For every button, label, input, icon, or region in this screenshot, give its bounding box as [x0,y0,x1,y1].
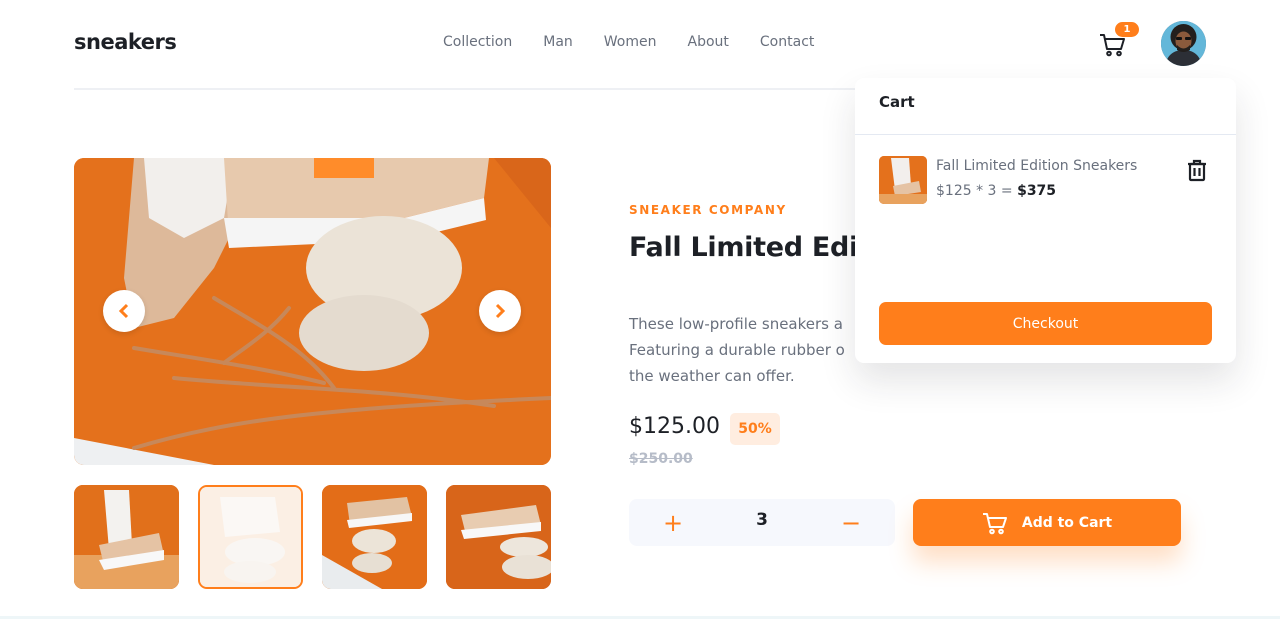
thumbnail-strip [74,485,551,589]
nav-about[interactable]: About [688,34,729,50]
add-to-cart-button[interactable]: Add to Cart [913,499,1181,546]
nav-women[interactable]: Women [604,34,657,50]
brand-logo[interactable]: sneakers [74,30,177,54]
quantity-stepper: + 3 − [629,499,895,546]
cart-item-total: $375 [1017,183,1057,199]
thumbnail-1[interactable] [74,485,179,589]
avatar[interactable] [1161,21,1206,66]
cart-item: Fall Limited Edition Sneakers $125 * 3 =… [879,156,1212,204]
main-nav: Collection Man Women About Contact [443,34,845,50]
add-to-cart-label: Add to Cart [1021,514,1113,531]
description-line-3: the weather can offer. [629,367,795,385]
site-header: sneakers Collection Man Women About Cont… [74,0,1206,90]
cart-item-name: Fall Limited Edition Sneakers [936,158,1138,174]
thumbnail-4[interactable] [446,485,551,589]
cart-count-badge: 1 [1115,22,1139,37]
next-image-button[interactable] [479,290,521,332]
quantity-value: 3 [756,510,768,530]
nav-collection[interactable]: Collection [443,34,512,50]
nav-man[interactable]: Man [543,34,573,50]
discount-badge: 50% [730,413,780,445]
thumbnail-3[interactable] [322,485,427,589]
minus-icon[interactable]: − [827,499,875,546]
company-name: SNEAKER COMPANY [629,203,787,217]
cart-item-thumbnail [879,156,927,204]
cart-item-formula: $125 * 3 = [936,183,1018,199]
previous-image-button[interactable] [103,290,145,332]
original-price: $250.00 [629,451,693,467]
main-product-image[interactable] [74,158,551,465]
plus-icon[interactable]: + [649,499,697,546]
current-price: $125.00 [629,414,720,439]
nav-contact[interactable]: Contact [760,34,814,50]
checkout-button[interactable]: Checkout [879,302,1212,345]
cart-dropdown: Cart Fall Limited Edition Sneakers $125 … [855,78,1236,363]
thumbnail-2-selected[interactable] [198,485,303,589]
cart-item-calculation: $125 * 3 = $375 [936,183,1056,199]
cart-heading: Cart [855,78,1236,135]
trash-icon[interactable] [1185,158,1209,182]
cart-icon [982,512,1007,534]
selected-thumbnail-overlay [200,487,301,587]
